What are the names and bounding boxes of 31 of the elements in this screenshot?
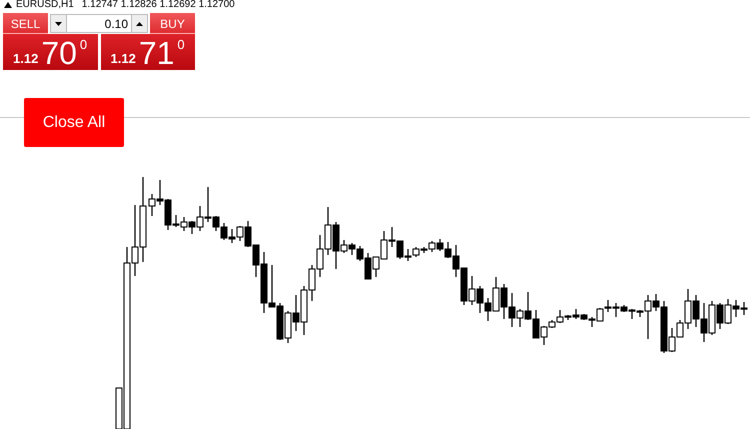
price-readout: 1.12747 1.12826 1.12692 1.12700 xyxy=(82,0,235,10)
filled-candle xyxy=(420,247,428,253)
decrease-button[interactable] xyxy=(50,14,67,33)
hollow-candle xyxy=(284,311,292,343)
hollow-candle xyxy=(468,276,476,305)
filled-candle xyxy=(716,303,724,329)
sell-button[interactable]: SELL xyxy=(3,13,48,34)
hollow-candle xyxy=(412,247,420,257)
hollow-candle xyxy=(492,277,500,312)
symbol-label: EURUSD,H1 xyxy=(16,0,74,10)
hollow-candle xyxy=(708,301,716,335)
hollow-candle xyxy=(596,308,604,322)
down-triangle-icon xyxy=(55,22,62,26)
hollow-candle xyxy=(236,226,244,241)
hollow-candle xyxy=(148,194,156,216)
filled-candle xyxy=(332,222,340,269)
hollow-candle xyxy=(340,240,348,253)
hollow-candle xyxy=(180,217,188,231)
increase-button[interactable] xyxy=(131,14,148,33)
buy-button[interactable]: BUY xyxy=(150,13,195,34)
volume-field[interactable]: 0.10 xyxy=(67,14,131,33)
hollow-candle xyxy=(724,299,732,324)
hollow-candle xyxy=(516,309,524,327)
close-all-button[interactable]: Close All xyxy=(24,98,124,147)
filled-candle xyxy=(188,221,196,234)
hollow-candle xyxy=(428,241,436,252)
up-triangle-icon xyxy=(136,22,143,26)
hollow-candle xyxy=(196,206,204,231)
filled-candle xyxy=(292,295,300,331)
hollow-candle xyxy=(644,295,652,339)
collapse-triangle-icon[interactable] xyxy=(4,2,12,8)
